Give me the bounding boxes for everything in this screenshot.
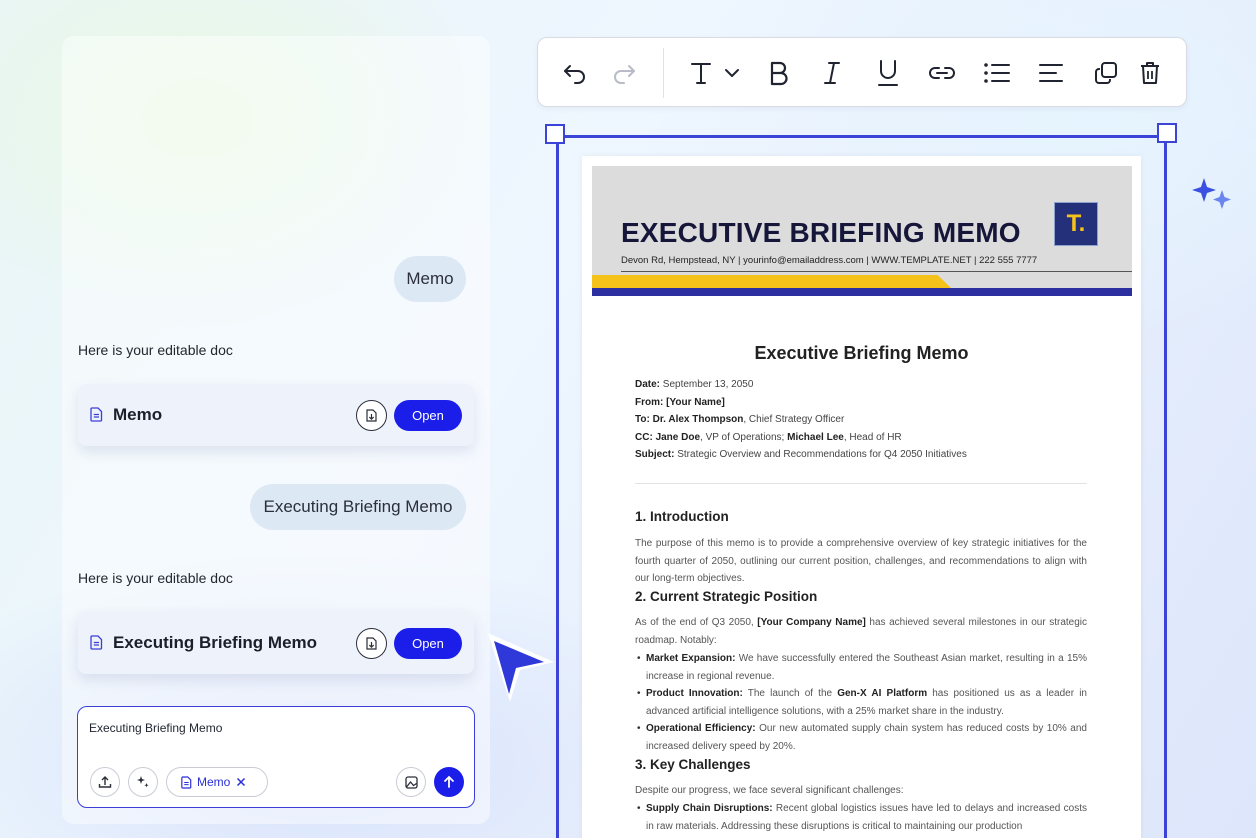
trash-icon [1141, 62, 1159, 84]
bold-button[interactable] [764, 59, 794, 87]
list-item: Operational Efficiency: Our new automate… [635, 720, 1087, 755]
list-item: Supply Chain Disruptions: Recent global … [635, 800, 1087, 835]
bullet-list-button[interactable] [982, 59, 1012, 87]
doc-card[interactable]: Memo Open [78, 384, 474, 446]
magic-button[interactable] [128, 767, 158, 797]
assistant-message-text: Here is your editable doc [78, 342, 233, 358]
undo-icon [564, 65, 585, 84]
align-left-icon [1039, 64, 1063, 82]
chip-label: Memo [197, 775, 231, 789]
divider [635, 483, 1087, 484]
list-item: Product Innovation: The launch of the Ge… [635, 685, 1087, 720]
duplicate-button[interactable] [1091, 59, 1121, 87]
resize-handle-top-left[interactable] [545, 124, 565, 144]
sparkle-icon [137, 776, 149, 788]
section-paragraph: Despite our progress, we face several si… [635, 785, 904, 796]
redo-icon [614, 65, 635, 84]
underline-icon [878, 60, 898, 86]
section-heading: 2. Current Strategic Position [635, 589, 818, 604]
banner-rule [621, 271, 1132, 272]
italic-button[interactable] [817, 59, 847, 87]
user-message-bubble: Executing Briefing Memo [250, 484, 466, 530]
bullet-list-icon [984, 63, 1010, 83]
undo-button[interactable] [560, 59, 590, 87]
doc-card-title: Memo [113, 405, 163, 424]
resize-handle-top-right[interactable] [1157, 123, 1177, 143]
list-item: Market Expansion: We have successfully e… [635, 650, 1087, 685]
banner-title: EXECUTIVE BRIEFING MEMO [621, 217, 1021, 248]
section-heading: 3. Key Challenges [635, 757, 751, 772]
underline-button[interactable] [873, 59, 903, 87]
bold-icon [770, 61, 788, 86]
text-style-dropdown[interactable] [685, 59, 747, 87]
open-button[interactable]: Open [394, 627, 462, 659]
align-button[interactable] [1036, 59, 1066, 87]
upload-icon [98, 776, 112, 788]
banner-contact: Devon Rd, Hempstead, NY | yourinfo@email… [621, 255, 1038, 266]
image-icon [404, 775, 418, 789]
delete-button[interactable] [1135, 59, 1165, 87]
memo-meta: Date: September 13, 2050 From: [Your Nam… [635, 379, 967, 461]
doc-card[interactable]: Executing Briefing Memo Open [78, 612, 474, 674]
document-icon [90, 407, 104, 423]
arrow-up-icon [444, 775, 454, 788]
cursor-arrow-icon [488, 633, 554, 702]
document-banner: EXECUTIVE BRIEFING MEMO Devon Rd, Hempst… [592, 166, 1132, 296]
redo-button[interactable] [609, 59, 639, 87]
assistant-message-text: Here is your editable doc [78, 570, 233, 586]
link-icon [929, 67, 955, 79]
section-paragraph: The purpose of this memo is to provide a… [635, 538, 1087, 584]
document-icon [181, 775, 192, 789]
document-page[interactable]: EXECUTIVE BRIEFING MEMO Devon Rd, Hempst… [582, 156, 1141, 838]
text-style-icon [691, 63, 739, 84]
banner-blue-stripe [592, 288, 1132, 296]
download-button[interactable] [356, 399, 387, 431]
italic-icon [824, 62, 840, 84]
company-logo: T. [1054, 202, 1098, 246]
banner-yellow-stripe [592, 275, 952, 289]
composer-input[interactable]: Executing Briefing Memo [89, 721, 222, 735]
upload-button[interactable] [90, 767, 120, 797]
attachment-chip[interactable]: Memo [166, 767, 268, 797]
section-heading: 1. Introduction [635, 509, 729, 524]
open-button[interactable]: Open [394, 399, 462, 431]
bullet-list: Market Expansion: We have successfully e… [635, 650, 1087, 755]
document-title: Executive Briefing Memo [754, 343, 969, 363]
image-button[interactable] [396, 767, 426, 797]
duplicate-icon [1095, 62, 1117, 84]
doc-card-title: Executing Briefing Memo [113, 633, 318, 652]
toolbar-divider [663, 48, 664, 98]
close-icon[interactable] [236, 777, 246, 787]
document-icon [90, 635, 104, 651]
editor-toolbar [537, 37, 1187, 107]
send-button[interactable] [434, 767, 464, 797]
download-button[interactable] [356, 627, 387, 659]
user-message-bubble: Memo [394, 256, 466, 302]
link-button[interactable] [927, 59, 957, 87]
bullet-list: Supply Chain Disruptions: Recent global … [635, 800, 1087, 835]
download-icon [366, 408, 377, 422]
message-composer[interactable]: Executing Briefing Memo Memo [77, 706, 475, 808]
download-icon [366, 636, 377, 650]
section-paragraph: As of the end of Q3 2050, [Your Company … [635, 617, 1087, 646]
sparkle-icon [1192, 178, 1231, 209]
